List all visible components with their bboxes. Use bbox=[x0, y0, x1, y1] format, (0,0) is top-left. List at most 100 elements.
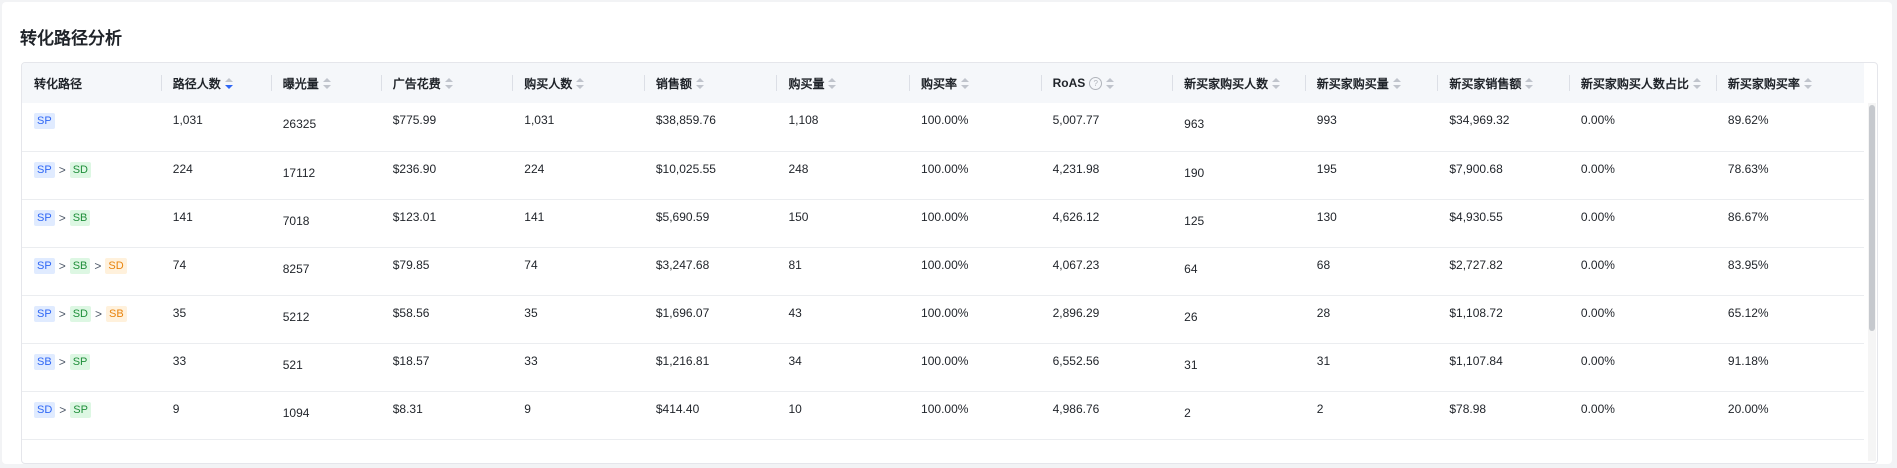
sort-caret-icon[interactable] bbox=[1272, 78, 1281, 90]
sort-descending-icon[interactable] bbox=[322, 85, 331, 90]
table-row[interactable]: SP > SD > SB 35 5212 $58.56 35 $1,696.07 43 100.00%… bbox=[22, 295, 1864, 343]
column-header[interactable]: 销售额 bbox=[643, 63, 777, 103]
table-cell: 100.00% bbox=[921, 113, 969, 127]
sort-descending-icon[interactable] bbox=[1525, 85, 1534, 90]
table-cell: 35 bbox=[524, 305, 538, 320]
path-arrow: > bbox=[58, 258, 66, 273]
sort-ascending-icon[interactable] bbox=[322, 78, 331, 83]
scrollbar-thumb[interactable] bbox=[1869, 105, 1875, 331]
column-header[interactable]: 曝光量 bbox=[270, 63, 381, 103]
table-cell: 1,108 bbox=[788, 113, 819, 127]
table-cell: 993 bbox=[1316, 113, 1337, 127]
sort-ascending-icon[interactable] bbox=[961, 78, 970, 83]
column-header[interactable]: 新买家购买量 bbox=[1304, 63, 1438, 103]
channel-tag: SP bbox=[34, 209, 55, 226]
column-header[interactable]: 广告花费 bbox=[380, 63, 513, 103]
table-cell: 0.00% bbox=[1580, 401, 1615, 416]
sort-descending-icon[interactable] bbox=[224, 85, 233, 90]
table-cell: 81 bbox=[788, 257, 802, 272]
sort-ascending-icon[interactable] bbox=[1525, 78, 1534, 83]
table-cell: 195 bbox=[1316, 161, 1337, 176]
column-header[interactable]: 购买人数 bbox=[512, 63, 644, 103]
table-row[interactable]: SP > SD 224 17112 $236.90 224 $10,025.55 248 100.… bbox=[22, 151, 1864, 199]
sort-descending-icon[interactable] bbox=[444, 85, 453, 90]
sort-ascending-icon[interactable] bbox=[695, 78, 704, 83]
sort-caret-icon[interactable] bbox=[695, 78, 704, 90]
path-cell: SD > SP bbox=[22, 391, 161, 439]
sort-caret-icon[interactable] bbox=[828, 78, 837, 90]
column-header[interactable]: 购买量 bbox=[776, 63, 909, 103]
sort-ascending-icon[interactable] bbox=[1803, 78, 1812, 83]
conversion-path-table: 转化路径 路径人数 曝光量 广告花费 购买人数 销售额 购买量 购买率 RoAS? 新买家购买人数… bbox=[21, 62, 1878, 464]
sort-caret-icon[interactable] bbox=[322, 78, 331, 90]
sort-ascending-icon[interactable] bbox=[444, 78, 453, 83]
table-cell: $1,108.72 bbox=[1449, 305, 1503, 320]
sort-caret-icon[interactable] bbox=[1106, 77, 1115, 90]
sort-ascending-icon[interactable] bbox=[828, 78, 837, 83]
sort-caret-icon[interactable] bbox=[1692, 78, 1701, 90]
table-cell: 224 bbox=[172, 161, 193, 176]
column-divider bbox=[909, 75, 911, 91]
sort-descending-icon[interactable] bbox=[576, 85, 585, 90]
table-cell: 8257 bbox=[282, 261, 310, 276]
path-arrow: > bbox=[59, 402, 67, 417]
table-row[interactable]: SP 1,031 26325 $775.99 1,031 $38,859.76 1,108 1… bbox=[22, 103, 1864, 151]
sort-ascending-icon[interactable] bbox=[1106, 77, 1115, 82]
table-row[interactable]: SB > SP 33 521 $18.57 33 $1,216.81 34 100.00% 6,55… bbox=[22, 343, 1864, 391]
table-cell: 224 bbox=[524, 161, 545, 176]
channel-tag: SP bbox=[34, 113, 55, 129]
table-cell: 74 bbox=[524, 257, 538, 272]
sort-descending-icon[interactable] bbox=[1692, 85, 1701, 90]
table-row[interactable]: SP > SB > SD 74 8257 $79.85 74 $3,247.68 81 100.00%… bbox=[22, 247, 1864, 295]
table-cell: 100.00% bbox=[921, 257, 969, 272]
channel-tag: SP bbox=[34, 161, 55, 178]
column-header[interactable]: RoAS? bbox=[1040, 63, 1173, 103]
column-divider bbox=[1715, 75, 1717, 91]
column-header-label: 新买家购买人数 bbox=[1184, 76, 1269, 91]
sort-caret-icon[interactable] bbox=[224, 78, 233, 90]
column-header[interactable]: 购买率 bbox=[909, 63, 1041, 103]
channel-tag: SB bbox=[34, 353, 55, 370]
table-cell: $79.85 bbox=[392, 257, 430, 272]
sort-ascending-icon[interactable] bbox=[1272, 78, 1281, 83]
column-divider bbox=[643, 75, 645, 91]
sort-caret-icon[interactable] bbox=[576, 78, 585, 90]
table-row[interactable]: SD > SP 9 1094 $8.31 9 $414.40 10 100.00% 4,986.76… bbox=[22, 391, 1864, 439]
table-row[interactable]: SP > SB 141 7018 $123.01 141 $5,690.59 150 100.00… bbox=[22, 199, 1864, 247]
column-header-label: 购买人数 bbox=[524, 76, 573, 91]
sort-caret-icon[interactable] bbox=[961, 78, 970, 90]
column-header-label: 路径人数 bbox=[172, 76, 221, 91]
sort-ascending-icon[interactable] bbox=[1392, 78, 1401, 83]
sort-descending-icon[interactable] bbox=[1106, 84, 1115, 89]
column-header[interactable]: 新买家销售额 bbox=[1437, 63, 1569, 103]
sort-descending-icon[interactable] bbox=[1392, 85, 1401, 90]
table-cell: $8.31 bbox=[392, 401, 423, 416]
sort-descending-icon[interactable] bbox=[828, 85, 837, 90]
sort-caret-icon[interactable] bbox=[1392, 78, 1401, 90]
sort-caret-icon[interactable] bbox=[1803, 78, 1812, 90]
table-cell: 10 bbox=[788, 401, 802, 416]
column-header[interactable]: 新买家购买人数占比 bbox=[1568, 63, 1716, 103]
sort-descending-icon[interactable] bbox=[695, 85, 704, 90]
question-circle-icon[interactable]: ? bbox=[1089, 77, 1103, 91]
sort-ascending-icon[interactable] bbox=[1692, 78, 1701, 83]
table-cell: 4,067.23 bbox=[1052, 257, 1100, 272]
sort-caret-icon[interactable] bbox=[444, 78, 453, 90]
column-header[interactable]: 新买家购买率 bbox=[1715, 63, 1864, 103]
sort-descending-icon[interactable] bbox=[1803, 85, 1812, 90]
table-cell: 31 bbox=[1316, 353, 1331, 368]
table-cell: $2,727.82 bbox=[1449, 257, 1503, 272]
column-header-label: 转化路径 bbox=[34, 76, 83, 91]
vertical-scrollbar[interactable] bbox=[1868, 103, 1876, 461]
column-header-label: 新买家购买人数占比 bbox=[1580, 76, 1689, 91]
channel-tag: SD bbox=[34, 401, 56, 418]
sort-caret-icon[interactable] bbox=[1525, 78, 1534, 90]
sort-ascending-icon[interactable] bbox=[576, 78, 585, 83]
table-cell: 125 bbox=[1184, 213, 1205, 228]
column-header[interactable]: 新买家购买人数 bbox=[1172, 63, 1305, 103]
sort-descending-icon[interactable] bbox=[1272, 85, 1281, 90]
sort-ascending-icon[interactable] bbox=[224, 78, 233, 83]
sort-descending-icon[interactable] bbox=[961, 85, 970, 90]
column-header[interactable]: 路径人数 bbox=[160, 63, 271, 103]
table-cell: 17112 bbox=[282, 165, 316, 180]
